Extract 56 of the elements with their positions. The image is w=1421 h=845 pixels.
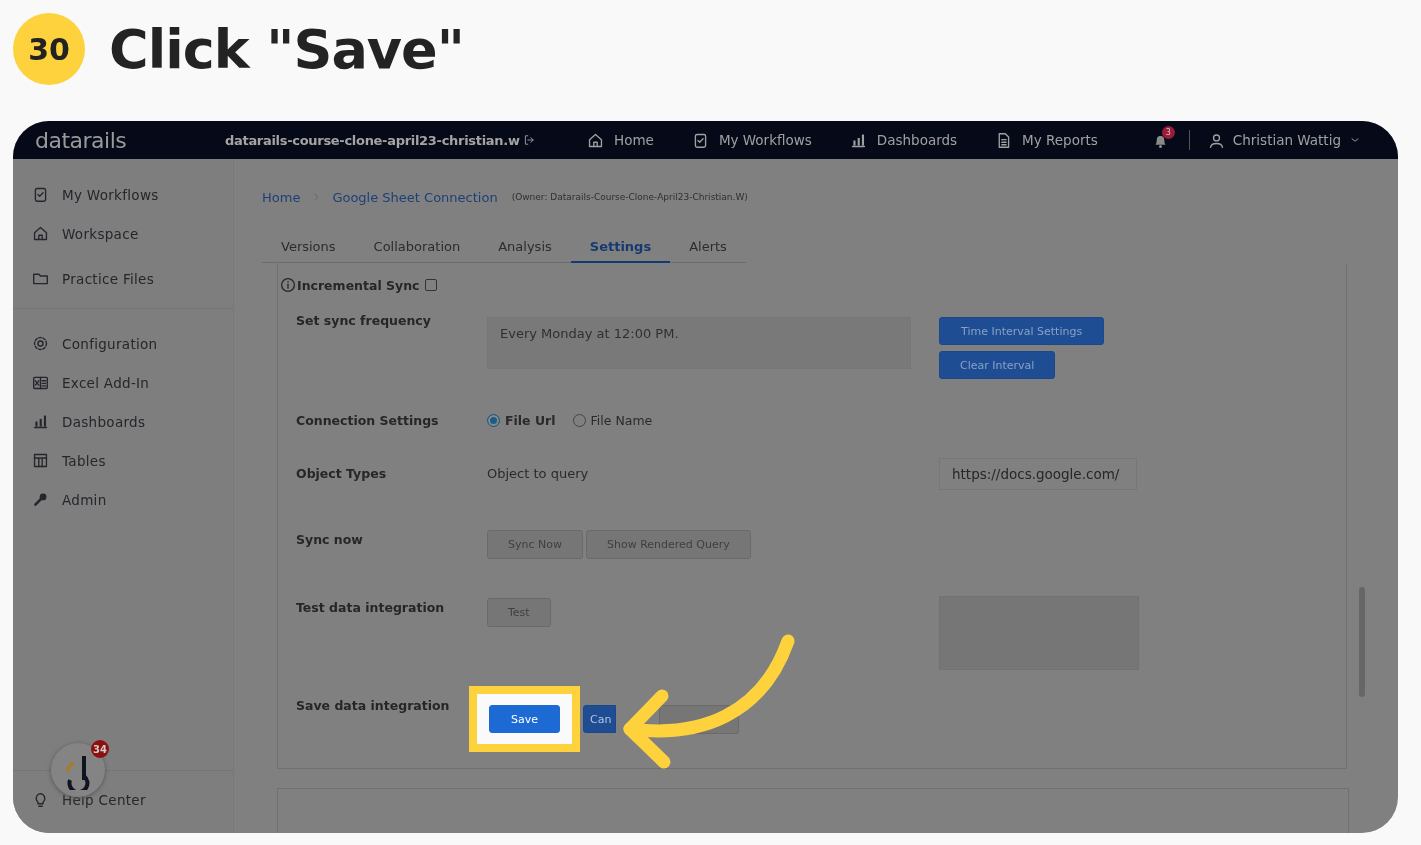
field-label: Test data integration [296,600,446,617]
house-icon [32,225,49,242]
sidebar-item[interactable]: My Workflows [13,175,233,214]
action-button[interactable]: Time Interval Settings [939,317,1105,345]
field-label: Object Types [296,466,388,483]
notification-badge: 3 [1161,125,1175,139]
step-title: Click "Save" [109,17,464,81]
field-label: Save data integration [296,698,451,715]
scrollbar[interactable] [1359,587,1365,697]
action-button[interactable]: Can [583,705,616,733]
sidebar-item[interactable]: Workspace [13,214,233,253]
clipboard-icon [32,186,49,203]
spreadsheet-icon [32,374,49,391]
sidebar-item[interactable]: Admin [13,480,233,519]
tab[interactable]: Alerts [670,239,746,263]
workspace-name[interactable]: datarails-course-clone-april23-christian.w [225,132,520,148]
tab[interactable]: Versions [262,239,355,263]
bar-chart-icon [32,413,49,430]
nav-link[interactable]: My Workflows [691,131,812,149]
sidebar-item[interactable]: Practice Files [13,259,233,298]
house-icon [587,131,604,149]
checkbox[interactable] [424,279,437,291]
action-button[interactable]: Save [489,705,560,733]
exit-icon [522,134,535,146]
owner-label: (Owner: Datarails-Course-Clone-April23-Christian.W) [511,192,748,202]
gear-icon [32,335,49,352]
app-logo[interactable]: datarails [35,127,225,153]
table-icon [32,452,49,469]
field-label: Sync now [296,532,364,549]
info-icon [280,277,296,293]
tab[interactable]: Collaboration [354,239,480,263]
breadcrumb-link[interactable]: Home [262,189,301,205]
url-field[interactable]: https://docs.google.com/ [939,458,1137,490]
key-icon [32,491,49,508]
user-menu[interactable]: Christian Wattig [1207,131,1361,149]
schedule-field: Every Monday at 12:00 PM. [487,317,911,369]
sidebar-item[interactable]: Dashboards [13,402,233,441]
user-icon [1207,131,1225,149]
notification-badge: 34 [91,740,109,758]
breadcrumb-link[interactable]: Google Sheet Connection [332,189,498,205]
radio-option[interactable]: File Url [487,413,556,428]
radio-option[interactable]: File Name [572,413,653,428]
tab[interactable]: Analysis [479,239,571,263]
sidebar-item[interactable]: Configuration [13,324,233,363]
field-text: Object to query [487,466,589,481]
field-label: Incremental Sync [297,277,420,293]
nav-link[interactable]: My Reports [995,131,1098,149]
field-label: Connection Settings [296,413,440,430]
step-number: 30 [13,13,85,85]
tab[interactable]: Settings [570,239,671,263]
sidebar-item[interactable]: Excel Add-In [13,363,233,402]
nav-link[interactable]: Dashboards [849,131,958,149]
sidebar-item[interactable]: Tables [13,441,233,480]
field-label: Set sync frequency [296,313,432,330]
action-button[interactable]: Clear Interval [939,351,1056,379]
nav-link[interactable]: Home [587,131,654,149]
